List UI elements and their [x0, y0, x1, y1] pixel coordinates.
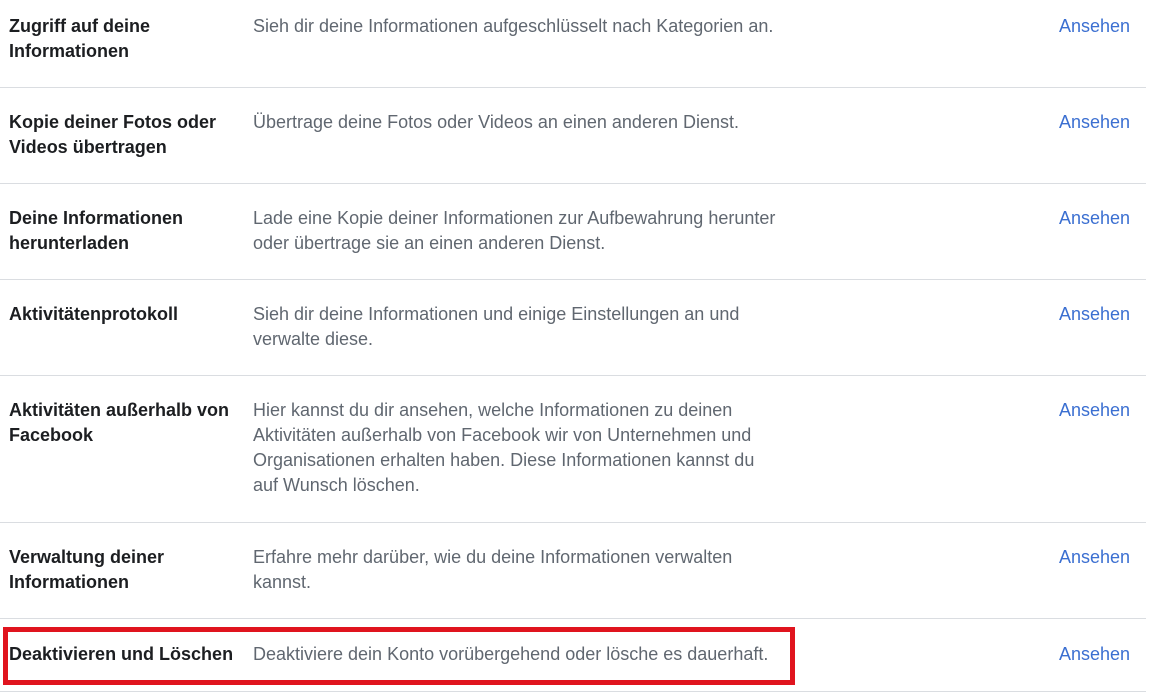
setting-description: Lade eine Kopie deiner Informationen zur… — [253, 208, 776, 253]
setting-title: Aktivitäten außerhalb von Facebook — [9, 400, 230, 445]
view-link-manage-information[interactable]: Ansehen — [1059, 545, 1130, 570]
setting-description: Erfahre mehr darüber, wie du deine Infor… — [253, 547, 733, 592]
setting-title: Kopie deiner Fotos oder Videos übertrage… — [9, 112, 217, 157]
setting-row-transfer-photos: Kopie deiner Fotos oder Videos übertrage… — [0, 88, 1146, 184]
view-link-access-information[interactable]: Ansehen — [1059, 14, 1130, 39]
setting-row-access-information: Zugriff auf deine Informationen Sieh dir… — [0, 0, 1146, 88]
view-link-activity-log[interactable]: Ansehen — [1059, 302, 1130, 327]
setting-title: Verwaltung deiner Informationen — [9, 547, 165, 592]
setting-description: Sieh dir deine Informationen und einige … — [253, 304, 740, 349]
setting-title: Aktivitätenprotokoll — [9, 304, 179, 324]
setting-description: Übertrage deine Fotos oder Videos an ein… — [253, 112, 739, 132]
view-link-off-facebook-activity[interactable]: Ansehen — [1059, 398, 1130, 423]
setting-row-manage-information: Verwaltung deiner Informationen Erfahre … — [0, 523, 1146, 619]
setting-title: Deine Informationen herunterladen — [9, 208, 184, 253]
setting-description: Hier kannst du dir ansehen, welche Infor… — [253, 400, 755, 495]
view-link-deactivate-delete[interactable]: Ansehen — [1059, 642, 1130, 667]
setting-row-deactivate-delete: Deaktivieren und Löschen Deaktiviere dei… — [0, 619, 1146, 692]
setting-title: Deaktivieren und Löschen — [9, 644, 234, 664]
setting-description: Deaktiviere dein Konto vorübergehend ode… — [253, 644, 769, 664]
setting-title: Zugriff auf deine Informationen — [9, 16, 150, 61]
view-link-download-information[interactable]: Ansehen — [1059, 206, 1130, 231]
setting-row-off-facebook-activity: Aktivitäten außerhalb von Facebook Hier … — [0, 376, 1146, 523]
setting-row-download-information: Deine Informationen herunterladen Lade e… — [0, 184, 1146, 280]
setting-row-activity-log: Aktivitätenprotokoll Sieh dir deine Info… — [0, 280, 1146, 376]
settings-list: Zugriff auf deine Informationen Sieh dir… — [0, 0, 1146, 692]
setting-description: Sieh dir deine Informationen aufgeschlüs… — [253, 16, 774, 36]
view-link-transfer-photos[interactable]: Ansehen — [1059, 110, 1130, 135]
